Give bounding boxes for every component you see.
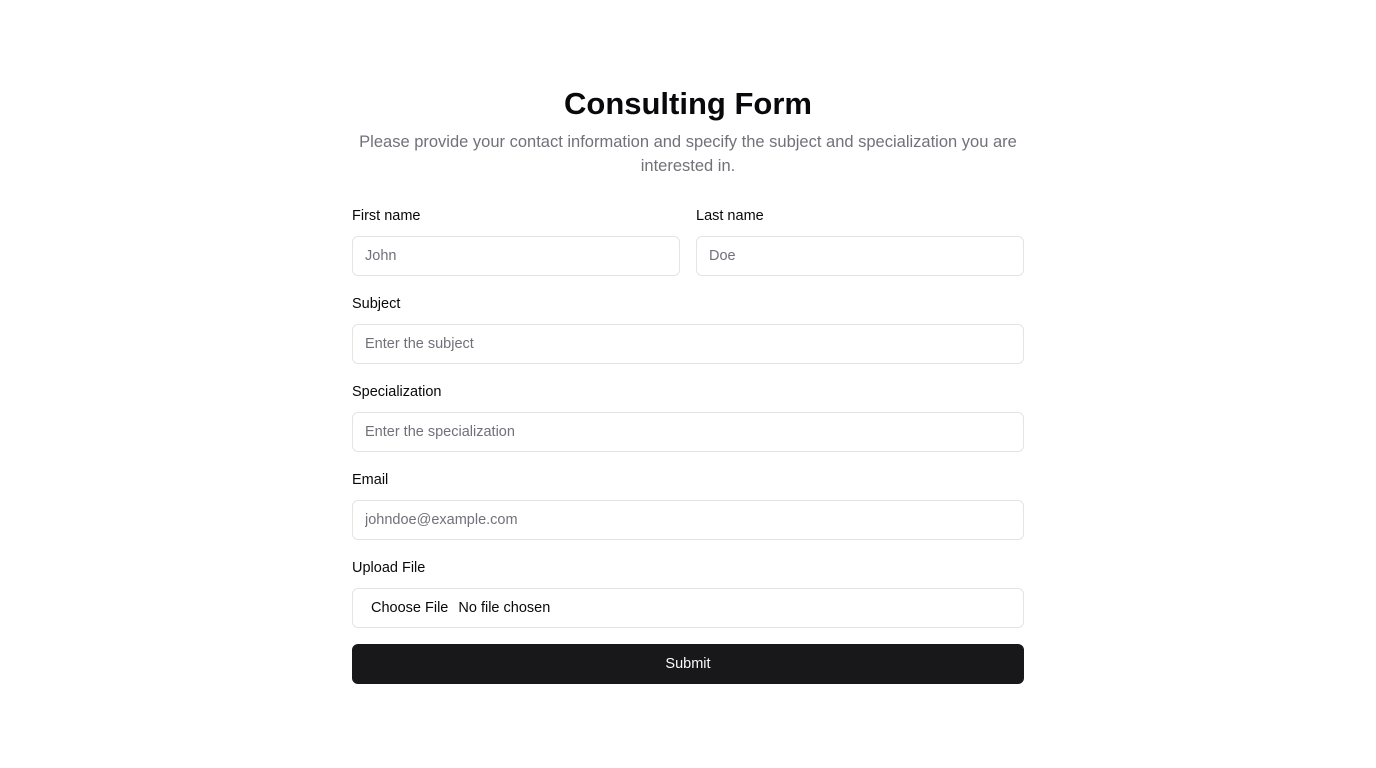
specialization-field-group: Specialization [352, 382, 1024, 452]
subject-field-group: Subject [352, 294, 1024, 364]
subject-label: Subject [352, 296, 401, 312]
specialization-input[interactable] [352, 412, 1024, 452]
first-name-input[interactable] [352, 236, 680, 276]
form-title: Consulting Form [564, 86, 812, 121]
page: Consulting Form Please provide your cont… [0, 0, 1376, 768]
email-input[interactable] [352, 500, 1024, 540]
last-name-input[interactable] [696, 236, 1024, 276]
last-name-field-group: Last name [696, 206, 1024, 276]
last-name-label: Last name [696, 208, 764, 224]
form-description: Please provide your contact information … [359, 133, 1017, 175]
choose-file-button[interactable]: Choose File [371, 600, 448, 616]
upload-field-group: Upload File Choose File No file chosen [352, 558, 1024, 628]
upload-label: Upload File [352, 560, 426, 576]
submit-button[interactable]: Submit [352, 644, 1024, 684]
email-field-group: Email [352, 470, 1024, 540]
name-row: First name Last name [352, 206, 1024, 276]
specialization-label: Specialization [352, 384, 442, 400]
file-upload-input[interactable]: Choose File No file chosen [352, 588, 1024, 628]
email-label: Email [352, 472, 389, 488]
subject-input[interactable] [352, 324, 1024, 364]
consulting-form: Consulting Form Please provide your cont… [352, 84, 1024, 684]
first-name-field-group: First name [352, 206, 680, 276]
file-status-text: No file chosen [458, 600, 551, 616]
submit-row: Submit [352, 644, 1024, 684]
first-name-label: First name [352, 208, 421, 224]
